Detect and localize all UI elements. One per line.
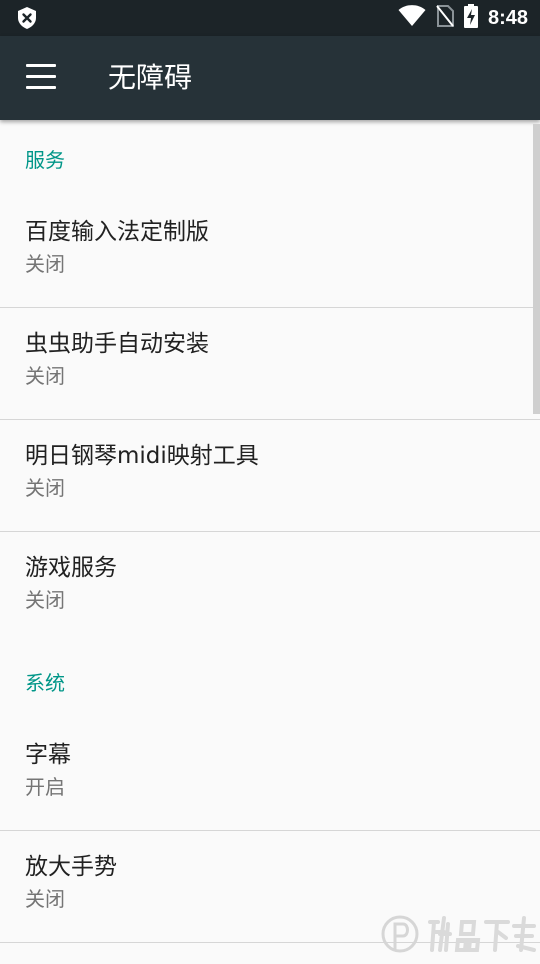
section-header-system: 系统 [0, 643, 540, 719]
settings-list: 服务 百度输入法定制版 关闭 虫虫助手自动安装 关闭 明日钢琴midi映射工具 … [0, 120, 540, 943]
menu-icon[interactable] [26, 64, 56, 92]
clock: 8:48 [487, 6, 528, 29]
item-summary: 关闭 [25, 588, 65, 612]
section-header-label: 系统 [25, 671, 65, 695]
app-bar: 无障碍 [0, 36, 540, 120]
item-summary: 关闭 [25, 476, 65, 500]
scrollbar[interactable] [533, 124, 540, 414]
item-summary: 开启 [25, 775, 65, 799]
shield-x-icon [16, 6, 38, 34]
watermark-logo [378, 906, 538, 960]
item-title: 游戏服务 [25, 555, 117, 581]
item-title: 明日钢琴midi映射工具 [25, 443, 259, 469]
item-title: 虫虫助手自动安装 [25, 331, 209, 357]
list-item-chongchong-installer[interactable]: 虫虫助手自动安装 关闭 [0, 308, 540, 419]
item-summary: 关闭 [25, 364, 65, 388]
no-sim-icon [436, 5, 454, 31]
list-item-baidu-input[interactable]: 百度输入法定制版 关闭 [0, 196, 540, 307]
section-header-label: 服务 [25, 148, 65, 172]
item-title: 放大手势 [25, 854, 117, 880]
item-title: 百度输入法定制版 [25, 219, 209, 245]
battery-charging-icon [463, 4, 478, 32]
item-summary: 关闭 [25, 887, 65, 911]
section-header-services: 服务 [0, 120, 540, 196]
item-summary: 关闭 [25, 252, 65, 276]
list-item-piano-midi-tool[interactable]: 明日钢琴midi映射工具 关闭 [0, 420, 540, 531]
status-bar: 8:48 [0, 0, 540, 36]
wifi-icon [398, 5, 426, 31]
item-title: 字幕 [25, 742, 71, 768]
list-item-captions[interactable]: 字幕 开启 [0, 719, 540, 830]
page-title: 无障碍 [108, 61, 193, 94]
list-item-game-service[interactable]: 游戏服务 关闭 [0, 532, 540, 643]
